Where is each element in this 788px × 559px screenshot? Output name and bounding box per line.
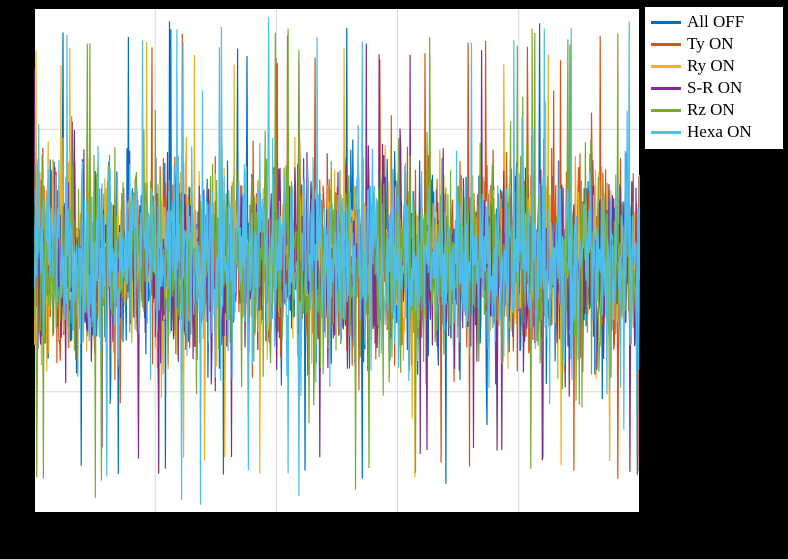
legend-label: Ry ON (687, 56, 735, 76)
series-line (34, 17, 640, 505)
legend-label: S-R ON (687, 78, 742, 98)
legend-entry: Hexa ON (651, 121, 777, 143)
plot-canvas (34, 8, 640, 513)
legend-label: Rz ON (687, 100, 735, 120)
legend-entry: All OFF (651, 11, 777, 33)
legend-swatch (651, 43, 681, 46)
legend-swatch (651, 131, 681, 134)
legend-swatch (651, 109, 681, 112)
series-group (34, 17, 640, 505)
legend-swatch (651, 87, 681, 90)
legend-label: All OFF (687, 12, 744, 32)
legend-entry: Ry ON (651, 55, 777, 77)
legend-entry: S-R ON (651, 77, 777, 99)
figure: All OFFTy ONRy ONS-R ONRz ONHexa ON (0, 0, 788, 559)
axes (34, 8, 640, 513)
legend-swatch (651, 65, 681, 68)
legend-swatch (651, 21, 681, 24)
legend-label: Ty ON (687, 34, 734, 54)
legend-entry: Ty ON (651, 33, 777, 55)
legend-entry: Rz ON (651, 99, 777, 121)
legend-label: Hexa ON (687, 122, 752, 142)
legend: All OFFTy ONRy ONS-R ONRz ONHexa ON (644, 6, 784, 150)
